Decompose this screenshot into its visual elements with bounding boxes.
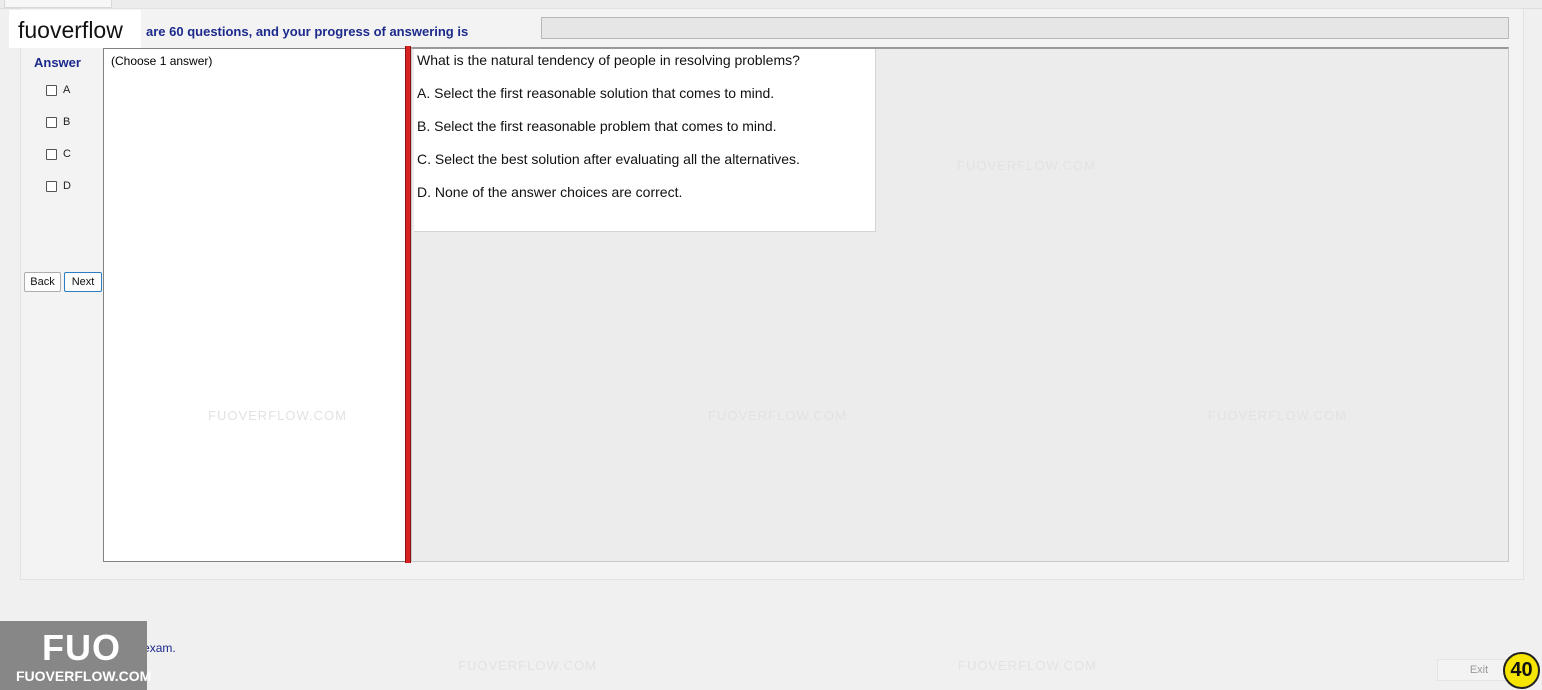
fuo-logo-text: FUO xyxy=(42,627,121,668)
timer-badge: 40 xyxy=(1503,652,1540,689)
checkbox-d[interactable] xyxy=(46,180,57,192)
fuoverflow-logo: fuoverflow xyxy=(9,10,141,48)
answer-option-label: D xyxy=(63,180,71,192)
question-box xyxy=(414,49,876,232)
watermark-text: FUOVERFLOW.COM xyxy=(957,158,1096,173)
progress-intro-text: are 60 questions, and your progress of a… xyxy=(146,24,469,39)
question-option-d: D. None of the answer choices are correc… xyxy=(417,184,683,200)
choose-answer-pane xyxy=(103,48,406,562)
answer-option-d[interactable]: D xyxy=(46,180,71,192)
next-button[interactable]: Next xyxy=(64,272,102,292)
progress-bar xyxy=(541,17,1509,39)
checkbox-b[interactable] xyxy=(46,116,57,128)
choose-hint: (Choose 1 answer) xyxy=(111,54,213,68)
answer-option-label: C xyxy=(63,148,71,160)
back-button[interactable]: Back xyxy=(24,272,61,292)
answer-option-label: A xyxy=(63,84,71,96)
watermark-text: FUOVERFLOW.COM xyxy=(458,658,597,673)
fuo-logo-subtext: FUOVERFLOW.COM xyxy=(16,668,152,684)
question-option-a: A. Select the first reasonable solution … xyxy=(417,85,775,101)
answer-option-a[interactable]: A xyxy=(46,84,70,96)
answer-option-c[interactable]: C xyxy=(46,148,71,160)
checkbox-a[interactable] xyxy=(46,84,57,96)
watermark-text: FUOVERFLOW.COM xyxy=(1208,408,1347,423)
answer-option-b[interactable]: B xyxy=(46,116,70,128)
watermark-text: FUOVERFLOW.COM xyxy=(958,658,1097,673)
question-text: What is the natural tendency of people i… xyxy=(417,52,800,68)
tab-stub[interactable] xyxy=(4,0,112,8)
answer-title: Answer xyxy=(34,55,81,70)
checkbox-c[interactable] xyxy=(46,148,57,160)
watermark-text: FUOVERFLOW.COM xyxy=(208,408,347,423)
answer-option-label: B xyxy=(63,116,71,128)
question-option-c: C. Select the best solution after evalua… xyxy=(417,151,800,167)
question-option-b: B. Select the first reasonable problem t… xyxy=(417,118,777,134)
watermark-text: FUOVERFLOW.COM xyxy=(708,408,847,423)
